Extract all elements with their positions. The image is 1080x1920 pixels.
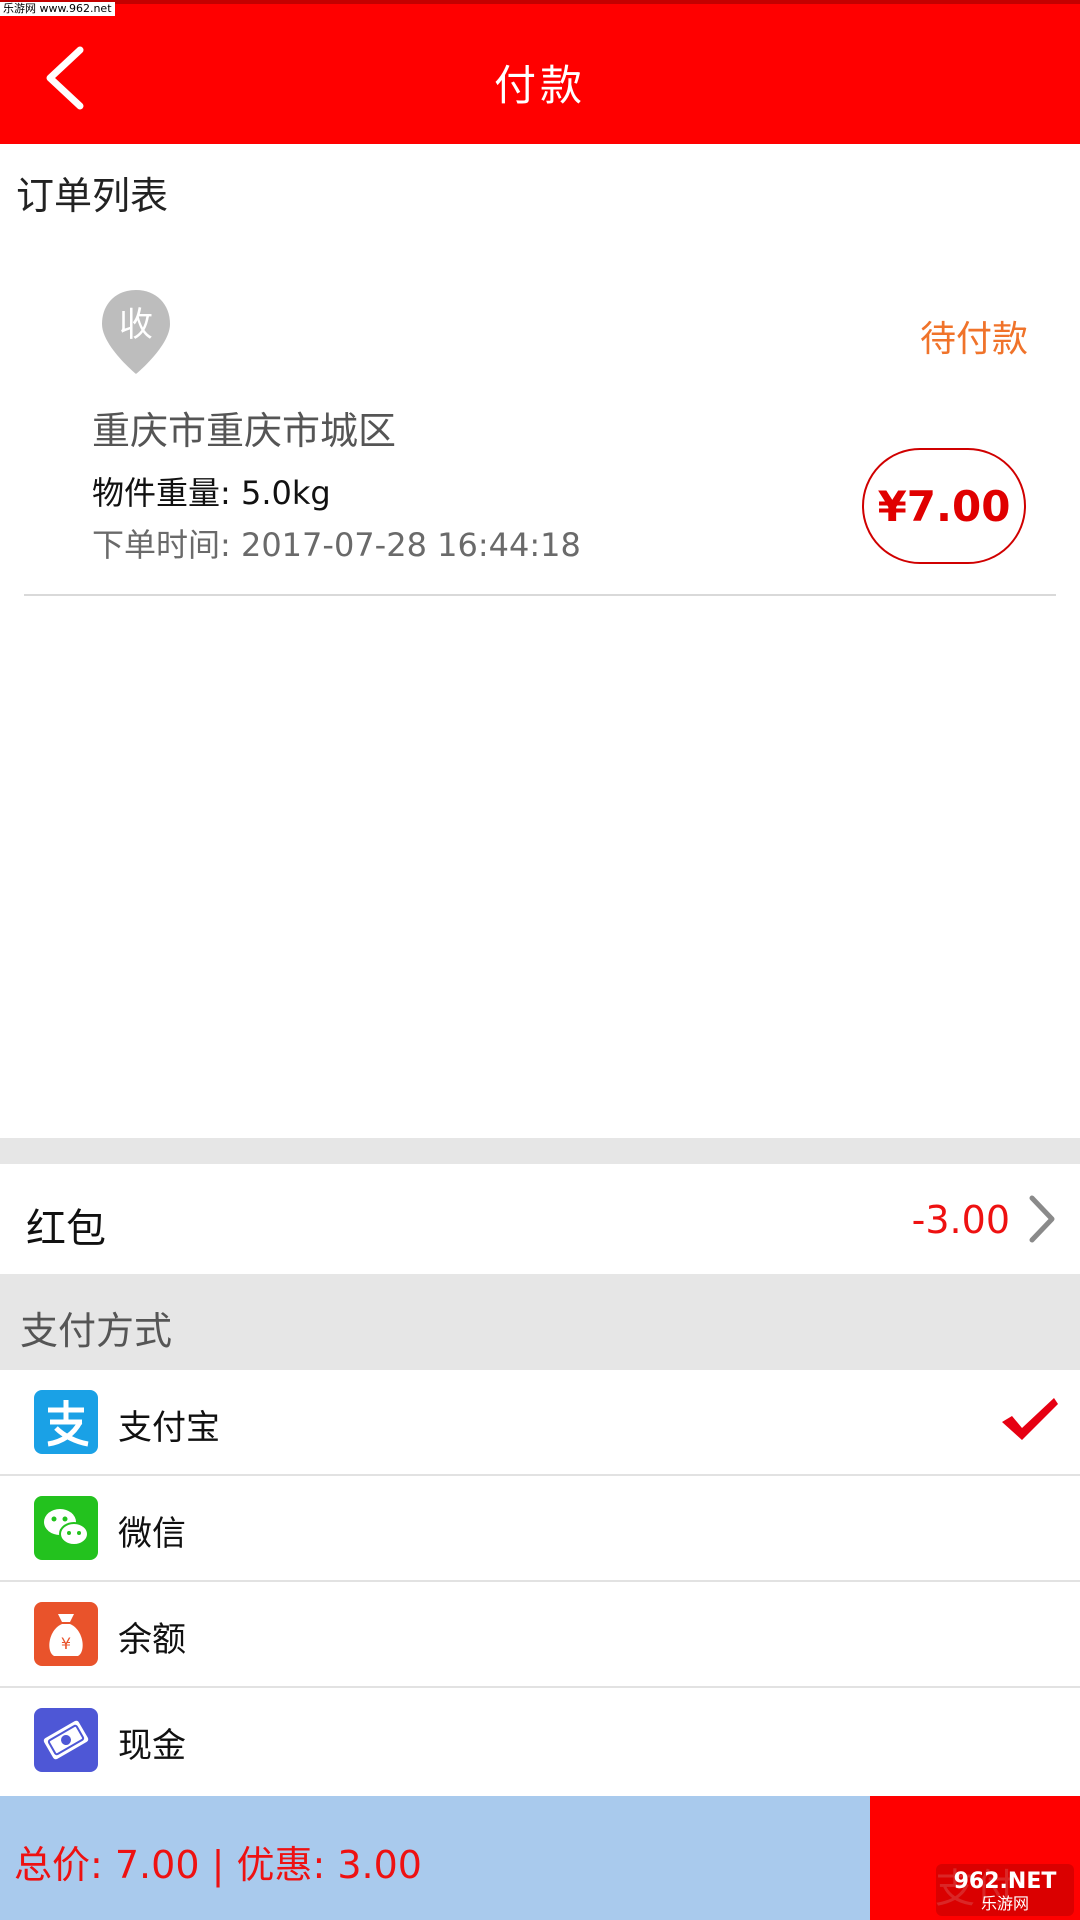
section-separator [0,1138,1080,1164]
order-card[interactable]: 收 待付款 重庆市重庆市城区 物件重量: 5.0kg 下单时间: 2017-07… [24,270,1056,596]
cash-icon [34,1708,98,1772]
order-list-title: 订单列表 [16,174,169,218]
payment-option-alipay[interactable]: 支付宝 [0,1370,1080,1476]
red-packet-label: 红包 [26,1206,106,1252]
order-time: 下单时间: 2017-07-28 16:44:18 [92,526,581,564]
checkmark-icon [1002,1398,1058,1440]
wechat-icon [34,1496,98,1560]
watermark: 乐游网 www.962.net [0,2,115,16]
divider [24,594,1056,596]
page-title: 付款 [493,61,586,110]
payment-method-header: 支付方式 [0,1274,1080,1370]
bottom-bar: 总价: 7.00 | 优惠: 3.00 支付 962.NET 乐游网 [0,1796,1080,1920]
payment-label: 支付宝 [118,1408,220,1448]
red-packet-value: -3.00 [911,1198,1010,1242]
svg-text:乐游网: 乐游网 [981,1894,1029,1913]
svg-text:962.NET: 962.NET [954,1869,1057,1894]
payment-label: 现金 [118,1726,186,1766]
red-packet-row[interactable]: 红包 -3.00 [0,1164,1080,1274]
receive-pin-icon: 收 [98,288,174,376]
payment-label: 微信 [118,1514,186,1554]
brand-logo: 962.NET 乐游网 [936,1864,1074,1916]
order-price-badge: ¥7.00 [862,448,1026,564]
top-bar: 付款 [0,0,1080,144]
money-bag-icon: ¥ [34,1602,98,1666]
payment-label: 余额 [118,1620,186,1660]
total-summary: 总价: 7.00 | 优惠: 3.00 [14,1843,422,1887]
svg-text:¥: ¥ [61,1634,71,1653]
order-status: 待付款 [919,319,1028,360]
payment-option-wechat[interactable]: 微信 [0,1476,1080,1582]
payment-option-balance[interactable]: ¥ 余额 [0,1582,1080,1688]
order-weight: 物件重量: 5.0kg [92,474,331,512]
order-address: 重庆市重庆市城区 [92,409,397,453]
chevron-right-icon [1029,1195,1055,1243]
payment-option-cash[interactable]: 现金 [0,1688,1080,1794]
payment-method-title: 支付方式 [20,1309,173,1353]
alipay-icon [34,1390,98,1454]
pin-label: 收 [119,305,153,345]
